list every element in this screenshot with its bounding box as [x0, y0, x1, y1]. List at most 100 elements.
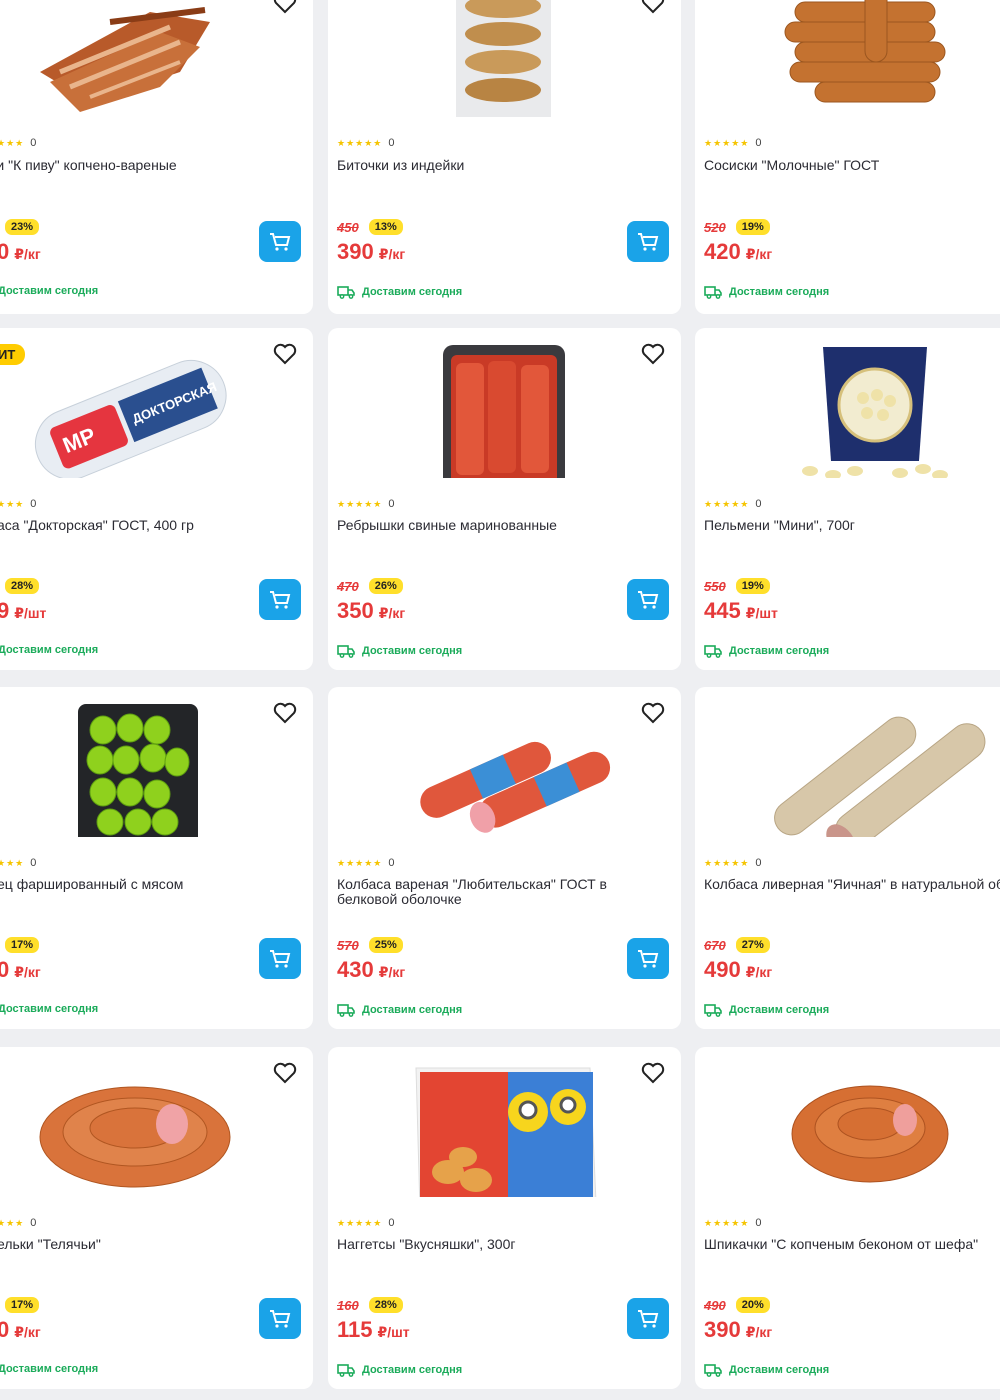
- add-to-cart-button[interactable]: [259, 221, 301, 262]
- truck-icon: [337, 645, 355, 658]
- favorite-icon[interactable]: [641, 702, 665, 724]
- discount-badge: 26%: [368, 578, 403, 594]
- old-price: 570: [337, 937, 359, 953]
- favorite-icon[interactable]: [641, 0, 665, 14]
- product-title[interactable]: ец фаршированный с мясом: [0, 877, 313, 892]
- stars-icon: ★★★★★: [704, 498, 750, 509]
- rating-stars: ★★★★★ 0: [704, 857, 761, 869]
- favorite-icon[interactable]: [641, 1062, 665, 1084]
- delivery-info: Доставим сегодня: [337, 1363, 462, 1377]
- product-title[interactable]: ышки "К пиву" копчено-вареные: [0, 158, 299, 173]
- product-title[interactable]: аса "Докторская" ГОСТ, 400 гр: [0, 518, 313, 533]
- favorite-icon[interactable]: [273, 0, 297, 14]
- delivery-info: Доставим сегодня: [0, 644, 98, 656]
- product-card[interactable]: ★★★★★ 0 Ребрышки свиные маринованные 470…: [328, 328, 681, 670]
- price-line: 470 26%: [337, 578, 403, 594]
- price: 9 ₽/шт: [0, 598, 46, 624]
- product-card[interactable]: ★★★★★ 0 Биточки из индейки 450 13% 390 ₽…: [328, 0, 681, 314]
- price-unit: ₽/кг: [378, 605, 406, 621]
- old-price: 160: [337, 1297, 359, 1313]
- old-price: 550: [704, 578, 726, 594]
- product-title[interactable]: Наггетсы "Вкусняшки", 300г: [337, 1237, 667, 1252]
- rating-count: 0: [30, 857, 37, 869]
- add-to-cart-button[interactable]: [259, 579, 301, 620]
- favorite-icon[interactable]: [273, 343, 297, 365]
- favorite-icon[interactable]: [641, 343, 665, 365]
- sausages-image: [784, 0, 946, 103]
- price-value: 445: [704, 598, 741, 623]
- product-card[interactable]: ★★★ 0 ец фаршированный с мясом 17% 0 ₽/к…: [0, 687, 313, 1029]
- product-card[interactable]: ★★★ 0 ельки "Телячьи" 17% 0 ₽/кг Достави…: [0, 1047, 313, 1389]
- stars-icon: ★★★: [0, 137, 25, 148]
- delivery-info: Доставим сегодня: [704, 1363, 829, 1377]
- product-card[interactable]: ★★★★★ 0 Наггетсы "Вкусняшки", 300г 160 2…: [328, 1047, 681, 1389]
- product-title[interactable]: Колбаса вареная "Любительская" ГОСТ в бе…: [337, 877, 667, 907]
- delivery-info: Доставим сегодня: [337, 285, 462, 299]
- price: 0 ₽/кг: [0, 957, 41, 983]
- price-line: 28%: [5, 578, 40, 594]
- product-card[interactable]: ИТ МР ДОКТОРСКАЯ ★★★ 0 аса "Докторская" …: [0, 328, 313, 670]
- price-line: 450 13%: [337, 219, 403, 235]
- price-line: 17%: [5, 1297, 40, 1313]
- stars-icon: ★★★★★: [337, 857, 383, 868]
- delivery-text: Доставим сегодня: [362, 645, 463, 657]
- product-card[interactable]: ★★★★★ 0 Колбаса вареная "Любительская" Г…: [328, 687, 681, 1029]
- product-card[interactable]: ★★★ 0 ышки "К пиву" копчено-вареные 23% …: [0, 0, 313, 314]
- product-title[interactable]: Ребрышки свиные маринованные: [337, 518, 667, 533]
- discount-badge: 23%: [5, 219, 40, 235]
- add-to-cart-button[interactable]: [259, 1298, 301, 1339]
- rating-count: 0: [388, 1217, 395, 1229]
- delivery-text: Доставим сегодня: [362, 1364, 463, 1376]
- rating-stars: ★★★ 0: [0, 137, 36, 149]
- cart-icon: [638, 590, 659, 609]
- cart-icon: [270, 590, 291, 609]
- add-to-cart-button[interactable]: [627, 221, 669, 262]
- stars-icon: ★★★: [0, 857, 25, 868]
- product-title[interactable]: Колбаса ливерная "Яичная" в натуральной …: [704, 877, 1000, 892]
- price-line: 17%: [5, 937, 40, 953]
- price: 420 ₽/кг: [704, 239, 772, 265]
- product-card[interactable]: ★★★★★ 0 Колбаса ливерная "Яичная" в нату…: [695, 687, 1000, 1029]
- price: 490 ₽/кг: [704, 957, 772, 983]
- cart-icon: [270, 1309, 291, 1328]
- rating-count: 0: [388, 498, 395, 510]
- discount-badge: 25%: [368, 937, 403, 953]
- price: 430 ₽/кг: [337, 957, 405, 983]
- favorite-icon[interactable]: [273, 702, 297, 724]
- price-unit: ₽/кг: [14, 246, 41, 262]
- stars-icon: ★★★★★: [337, 1217, 383, 1228]
- product-card[interactable]: ★★★★★ 0 Сосиски "Молочные" ГОСТ 520 19% …: [695, 0, 1000, 314]
- old-price: 450: [337, 219, 359, 235]
- delivery-text: Доставим сегодня: [0, 644, 99, 656]
- old-price: 670: [704, 937, 726, 953]
- cart-icon: [270, 232, 291, 251]
- price: 115 ₽/шт: [337, 1317, 410, 1343]
- price-value: 490: [704, 957, 741, 982]
- favorite-icon[interactable]: [273, 1062, 297, 1084]
- price-line: 520 19%: [704, 219, 770, 235]
- add-to-cart-button[interactable]: [627, 579, 669, 620]
- delivery-info: Доставим сегодня: [337, 644, 462, 658]
- stars-icon: ★★★: [0, 498, 25, 509]
- product-title[interactable]: Сосиски "Молочные" ГОСТ: [704, 158, 1000, 173]
- pelmeni-image: [802, 347, 948, 478]
- discount-badge: 20%: [735, 1297, 770, 1313]
- add-to-cart-button[interactable]: [627, 938, 669, 979]
- price-value: 0: [0, 1317, 10, 1342]
- price: 0 ₽/кг: [0, 1317, 41, 1343]
- product-card[interactable]: ★★★★★ 0 Пельмени "Мини", 700г 550 19% 44…: [695, 328, 1000, 670]
- rating-count: 0: [755, 857, 762, 869]
- rating-count: 0: [388, 857, 395, 869]
- add-to-cart-button[interactable]: [259, 938, 301, 979]
- product-title[interactable]: ельки "Телячьи": [0, 1237, 313, 1252]
- product-card[interactable]: ★★★★★ 0 Шпикачки "С копченым беконом от …: [695, 1047, 1000, 1389]
- delivery-info: Доставим сегодня: [704, 644, 829, 658]
- product-title[interactable]: Шпикачки "С копченым беконом от шефа": [704, 1237, 1000, 1252]
- add-to-cart-button[interactable]: [627, 1298, 669, 1339]
- stuffed-peppers-image: [78, 704, 198, 837]
- delivery-text: Доставим сегодня: [729, 1004, 830, 1016]
- product-title[interactable]: Биточки из индейки: [337, 158, 667, 173]
- rating-stars: ★★★★★ 0: [704, 1217, 761, 1229]
- product-title[interactable]: Пельмени "Мини", 700г: [704, 518, 1000, 533]
- price: 0 ₽/кг: [0, 239, 41, 265]
